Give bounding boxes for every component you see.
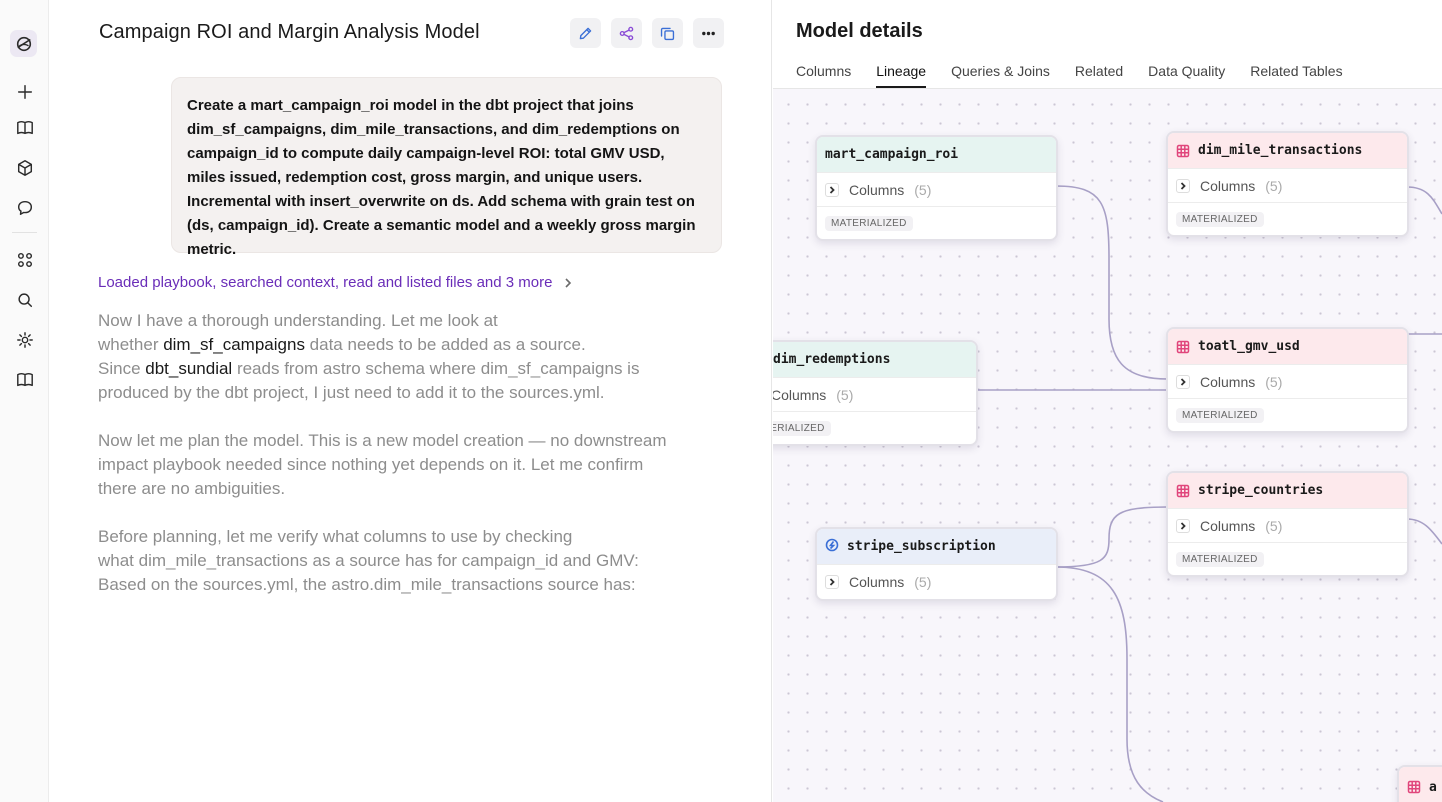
edit-button[interactable] <box>570 18 601 48</box>
tab-queries-joins[interactable]: Queries & Joins <box>951 63 1050 88</box>
lineage-node-stripe-countries[interactable]: stripe_countries Columns (5) MATERIALIZED <box>1166 471 1409 577</box>
chat-toolbar <box>570 18 724 48</box>
edge-stripe-down <box>1055 566 1164 802</box>
model-details-pane: Model details Columns Lineage Queries & … <box>773 0 1442 802</box>
lineage-node-stripe-subscription[interactable]: stripe_subscription Columns (5) <box>815 527 1058 601</box>
tab-columns[interactable]: Columns <box>796 63 851 88</box>
node-header: toatl_gmv_usd <box>1168 329 1407 365</box>
activity-summary-link[interactable]: Loaded playbook, searched context, read … <box>98 274 574 291</box>
lineage-node-partial[interactable]: a <box>1397 765 1442 802</box>
book-icon[interactable] <box>14 117 35 138</box>
lineage-node-dim-redemptions[interactable]: dim_redemptions Columns(5) MATERIALIZED <box>773 340 978 446</box>
tab-data-quality[interactable]: Data Quality <box>1148 63 1225 88</box>
source-icon <box>825 538 839 556</box>
chat-pane: Campaign ROI and Margin Analysis Model C… <box>49 0 772 802</box>
lineage-node-dim-mile-transactions[interactable]: dim_mile_transactions Columns (5) MATERIA… <box>1166 131 1409 237</box>
activity-summary-text: Loaded playbook, searched context, read … <box>98 274 553 291</box>
edge-mart-to-gmv <box>1055 185 1168 380</box>
new-chat-icon[interactable] <box>14 81 35 102</box>
chevron-right-icon <box>825 182 839 197</box>
chevron-right-icon <box>565 277 572 288</box>
cube-icon[interactable] <box>14 157 35 178</box>
node-header: stripe_subscription <box>817 529 1056 565</box>
chat-bubble-icon[interactable] <box>14 197 35 218</box>
more-icon <box>702 31 715 35</box>
table-icon <box>1407 780 1421 794</box>
table-icon <box>1176 144 1190 158</box>
search-icon[interactable] <box>14 289 35 310</box>
copy-icon <box>660 27 675 40</box>
chevron-right-icon <box>825 575 839 589</box>
node-columns-row[interactable]: Columns (5) <box>773 378 976 412</box>
share-icon <box>619 26 634 40</box>
chevron-right-icon <box>1176 374 1190 389</box>
chevron-right-icon <box>1176 518 1190 533</box>
copy-button[interactable] <box>652 18 683 48</box>
details-title: Model details <box>796 20 923 42</box>
assistant-paragraph-3: Before planning, let me verify what colu… <box>98 527 639 594</box>
details-tabs: Columns Lineage Queries & Joins Related … <box>796 63 1368 88</box>
more-button[interactable] <box>693 18 724 48</box>
share-button[interactable] <box>611 18 642 48</box>
edge-mile-right <box>1406 186 1442 215</box>
tab-related-tables[interactable]: Related Tables <box>1250 63 1342 88</box>
edge-stripe-to-countries <box>1055 506 1168 568</box>
materialized-badge: MATERIALIZED <box>1176 407 1264 423</box>
edge-countries-right <box>1406 518 1442 545</box>
tab-lineage[interactable]: Lineage <box>876 63 927 88</box>
assistant-paragraph-1: Now I have a thorough understanding. Let… <box>98 311 640 402</box>
table-icon <box>1176 340 1190 354</box>
node-columns-row[interactable]: Columns (5) <box>1168 509 1407 543</box>
node-columns-row[interactable]: Columns (5) <box>1168 169 1407 203</box>
gear-icon[interactable] <box>14 329 35 350</box>
node-header: dim_mile_transactions <box>1168 133 1407 169</box>
node-columns-row[interactable]: Columns (5) <box>1168 365 1407 399</box>
lineage-node-toatl-gmv-usd[interactable]: toatl_gmv_usd Columns (5) MATERIALIZED <box>1166 327 1409 433</box>
docs-icon[interactable] <box>14 369 35 390</box>
node-columns-row[interactable]: Columns (5) <box>817 173 1056 207</box>
materialized-badge: MATERIALIZED <box>1176 211 1264 227</box>
table-icon <box>1176 484 1190 498</box>
user-prompt-bubble: Create a mart_campaign_roi model in the … <box>171 77 722 258</box>
logo-icon <box>16 36 31 51</box>
node-header: a <box>1399 767 1442 802</box>
app-logo[interactable] <box>10 30 37 57</box>
apps-grid-icon[interactable] <box>14 249 35 270</box>
sidebar-divider <box>12 232 37 233</box>
chevron-right-icon <box>1176 178 1190 193</box>
sidebar <box>0 0 49 802</box>
materialized-badge: MATERIALIZED <box>773 420 831 436</box>
node-header: mart_campaign_roi <box>817 137 1056 173</box>
materialized-badge: MATERIALIZED <box>825 215 913 231</box>
edit-icon <box>579 27 592 39</box>
lineage-node-mart-campaign-roi[interactable]: mart_campaign_roi Columns (5) MATERIALIZE… <box>815 135 1058 241</box>
lineage-canvas[interactable]: mart_campaign_roi Columns (5) MATERIALIZE… <box>773 89 1442 802</box>
tab-related[interactable]: Related <box>1075 63 1123 88</box>
materialized-badge: MATERIALIZED <box>1176 551 1264 567</box>
assistant-paragraph-2: Now let me plan the model. This is a new… <box>98 431 667 498</box>
node-header: dim_redemptions <box>773 342 976 378</box>
node-columns-row[interactable]: Columns (5) <box>817 565 1056 599</box>
page-title: Campaign ROI and Margin Analysis Model <box>99 21 480 43</box>
node-header: stripe_countries <box>1168 473 1407 509</box>
